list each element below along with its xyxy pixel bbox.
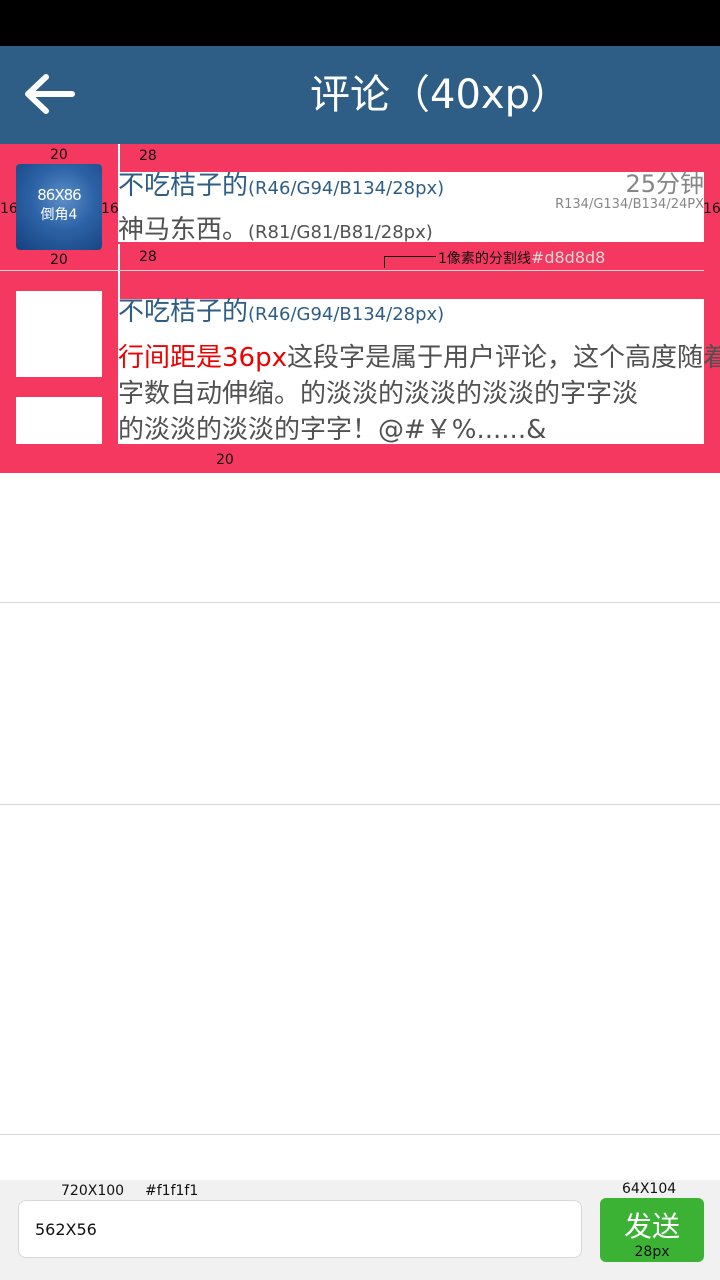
username-text: 不吃桔子的 [118,171,249,201]
username-text: 不吃桔子的 [118,297,249,327]
avatar[interactable]: 86X86 倒角4 [16,164,102,250]
dimension-label: 28 [139,148,157,164]
list-divider [0,1134,720,1135]
comment-text-spec: (R81/G81/B81/28px) [248,222,433,243]
comment-input[interactable] [18,1200,582,1258]
comment-body: 神马东西。 [118,215,249,245]
dimension-label: 16 [703,201,720,217]
dimension-label: 16 [101,201,119,217]
bar-color-annotation: #f1f1f1 [145,1183,199,1199]
guide-line [118,244,120,299]
dimension-label: 20 [50,147,68,163]
divider-annotation: 1像素的分割线#d8d8d8 [438,248,605,268]
list-divider [0,602,720,603]
send-button-label: 发送 [623,1210,680,1243]
comment-username[interactable]: 不吃桔子的(R46/G94/B134/28px) [118,297,444,330]
comment-line: 字数自动伸缩。的淡淡的淡淡的淡淡的字字淡 [118,379,639,409]
comment-divider [0,270,704,271]
username-spec: (R46/G94/B134/28px) [248,178,445,199]
list-divider [0,804,720,805]
status-bar [0,0,720,46]
avatar[interactable] [16,291,102,377]
divider-note-text: 1像素的分割线 [438,251,531,267]
page-title: 评论（40xp） [310,72,570,118]
comment-text: 行间距是36px这段字是属于用户评论，这个高度随着 字数自动伸缩。的淡淡的淡淡的… [118,340,720,448]
annotation-leader [384,256,385,268]
dimension-label: 28 [139,249,157,265]
avatar-size-label: 86X86 [37,186,81,204]
comment-username[interactable]: 不吃桔子的(R46/G94/B134/28px) [118,171,444,204]
comment-text: 神马东西。(R81/G81/B81/28px) [118,213,433,250]
line-spacing-note: 行间距是36px [118,343,287,373]
avatar-radius-label: 倒角4 [40,207,78,223]
send-button[interactable]: 发送 28px [600,1198,704,1262]
button-font-annotation: 28px [634,1244,670,1260]
dimension-label: 20 [50,252,68,268]
annotation-leader [384,256,436,257]
dimension-label: 20 [216,452,234,468]
bar-size-annotation: 720X100 [61,1183,125,1199]
comment-line: 这段字是属于用户评论，这个高度随着 [286,343,720,373]
guide-line [118,144,120,172]
avatar-placeholder [16,397,102,444]
username-spec: (R46/G94/B134/28px) [248,304,445,325]
comment-time: 25分钟 [625,170,704,198]
divider-hex: #d8d8d8 [530,248,606,267]
comment-line: 的淡淡的淡淡的字字！@#￥%......& [118,415,547,445]
time-spec: R134/G134/B134/24PX [555,197,704,212]
button-size-annotation: 64X104 [622,1181,677,1197]
